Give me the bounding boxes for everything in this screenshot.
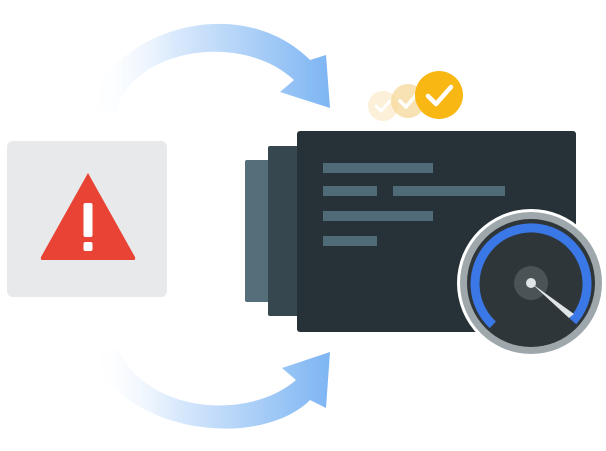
warning-triangle-icon [37,169,139,263]
content-line [393,186,505,196]
warning-panel [7,141,167,297]
speedometer-icon [456,208,606,358]
bottom-curved-arrow-icon [60,340,350,450]
content-line [323,163,433,173]
content-line [323,236,377,246]
illustration [0,0,606,451]
content-line [323,211,433,221]
top-curved-arrow-icon [60,0,350,130]
check-circle-icon [414,70,464,120]
content-line [323,186,377,196]
